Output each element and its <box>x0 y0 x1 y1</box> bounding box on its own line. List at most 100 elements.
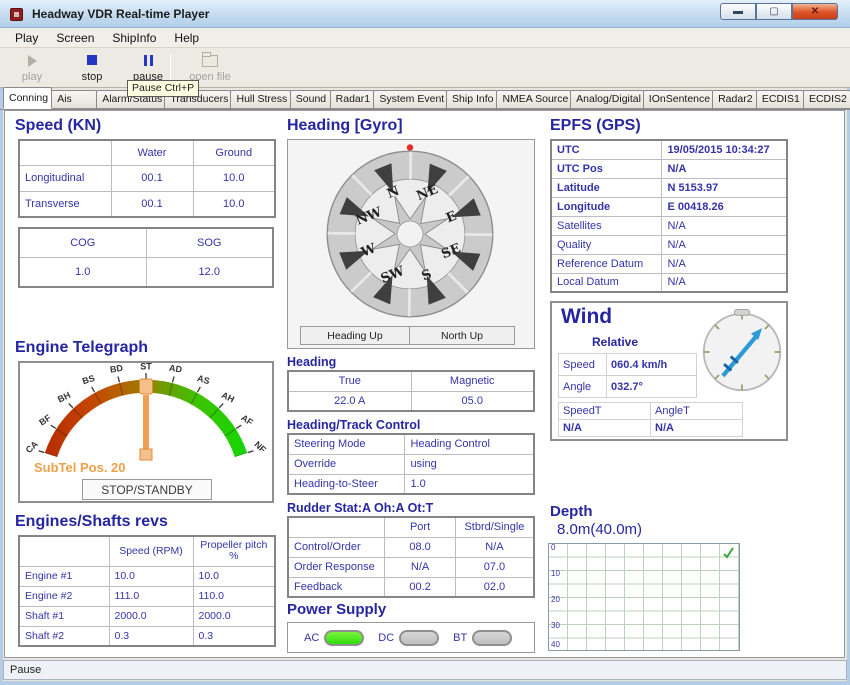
cog-value: 1.0 <box>19 257 146 287</box>
tab-hull-stress[interactable]: Hull Stress <box>230 90 290 109</box>
table-row: Longitude E 00418.26 <box>551 197 787 216</box>
telegraph-gauge: CA BF BH BS BD ST AD AS AH AF NF <box>20 363 272 463</box>
power-dc: DC <box>378 630 439 646</box>
power-panel: AC DC BT <box>287 622 535 653</box>
tab-analog-digital[interactable]: Analog/Digital <box>570 90 644 109</box>
status-bar: Pause <box>3 660 847 680</box>
wind-subtitle: Relative <box>592 335 638 349</box>
table-row: Feedback 00.2 02.0 <box>288 577 534 597</box>
svg-text:NF: NF <box>252 439 268 455</box>
wind-dial <box>699 309 785 395</box>
svg-text:AD: AD <box>168 363 183 375</box>
table-row: Speed (RPM) Propeller pitch % <box>19 536 275 566</box>
table-row: Latitude N 5153.97 <box>551 178 787 197</box>
depth-value: 8.0m(40.0m) <box>557 521 642 538</box>
heading-up-button[interactable]: Heading Up <box>300 326 410 345</box>
open-file-icon <box>202 55 218 67</box>
table-row: Satellites N/A <box>551 216 787 235</box>
wind-angle-value: 032.7° <box>607 376 697 398</box>
north-up-button[interactable]: North Up <box>409 326 515 345</box>
wind-panel: Wind Relative Speed 060.4 km/h Angle 032… <box>550 301 788 441</box>
play-button[interactable]: play <box>6 52 58 84</box>
table-row: Water Ground <box>19 140 275 165</box>
telegraph-title: Engine Telegraph <box>15 339 148 357</box>
minimize-icon: ▬ <box>733 6 743 17</box>
sog-header: SOG <box>146 228 273 257</box>
table-row: UTC 19/05/2015 10:34:27 <box>551 140 787 159</box>
maximize-button[interactable]: ▢ <box>756 3 792 20</box>
speed-title: Speed (KN) <box>15 117 101 135</box>
subtel-position: SubTel Pos. 20 <box>34 460 126 475</box>
table-row: SpeedT AngleT <box>559 403 743 420</box>
speed-header-water: Water <box>111 140 193 165</box>
table-row: Steering Mode Heading Control <box>288 434 534 454</box>
tab-system-event[interactable]: System Event <box>373 90 447 109</box>
tab-conning[interactable]: Conning <box>3 87 52 109</box>
stop-icon <box>87 55 97 65</box>
tab-ais[interactable]: Ais <box>51 90 97 109</box>
heading-table: True Magnetic 22.0 A 05.0 <box>287 370 535 412</box>
wind-relative-table: Speed 060.4 km/h Angle 032.7° <box>558 353 697 398</box>
table-row: Reference Datum N/A <box>551 254 787 273</box>
engines-table: Speed (RPM) Propeller pitch % Engine #1 … <box>18 535 276 647</box>
dc-indicator <box>399 630 439 646</box>
table-row: Shaft #2 0.3 0.3 <box>19 626 275 646</box>
heading-table-title: Heading <box>287 355 336 369</box>
table-row: Engine #1 10.0 10.0 <box>19 566 275 586</box>
compass-rose: N NE E SE S SW W NW <box>317 141 503 327</box>
tab-radar1[interactable]: Radar1 <box>330 90 375 109</box>
power-ac: AC <box>304 630 364 646</box>
play-icon <box>28 55 37 67</box>
close-button[interactable]: ✕ <box>792 3 838 20</box>
depth-title: Depth <box>550 503 593 520</box>
menu-screen[interactable]: Screen <box>47 29 103 47</box>
menu-bar: Play Screen ShipInfo Help <box>0 28 850 48</box>
svg-text:BD: BD <box>109 363 124 375</box>
epfs-title: EPFS (GPS) <box>550 117 641 135</box>
tab-ship-info[interactable]: Ship Info <box>446 90 497 109</box>
depth-trace-mark <box>723 547 735 559</box>
table-row: Engine #2 111.0 110.0 <box>19 586 275 606</box>
stop-label: stop <box>82 71 103 83</box>
table-row: Angle 032.7° <box>559 376 697 398</box>
tab-nmea-source[interactable]: NMEA Source <box>496 90 571 109</box>
gyro-title: Heading [Gyro] <box>287 117 403 135</box>
play-label: play <box>22 71 42 83</box>
bt-indicator <box>472 630 512 646</box>
svg-text:ST: ST <box>140 363 152 372</box>
tab-radar2[interactable]: Radar2 <box>712 90 757 109</box>
menu-play[interactable]: Play <box>6 29 47 47</box>
svg-text:BS: BS <box>81 373 96 386</box>
wind-speed-value: 060.4 km/h <box>607 354 697 376</box>
tab-sound[interactable]: Sound <box>290 90 331 109</box>
rudder-title: Rudder Stat:A Oh:A Ot:T <box>287 501 433 515</box>
stop-button[interactable]: stop <box>66 52 118 84</box>
window-title: Headway VDR Real-time Player <box>32 7 209 21</box>
tab-ecdis1[interactable]: ECDIS1 <box>756 90 804 109</box>
epfs-table: UTC 19/05/2015 10:34:27 UTC Pos N/A Lati… <box>550 139 788 293</box>
power-bt: BT <box>453 630 512 646</box>
svg-text:AH: AH <box>220 390 236 405</box>
window-border-bottom <box>0 681 850 685</box>
table-row: True Magnetic <box>288 371 534 391</box>
telegraph-needle <box>140 379 153 460</box>
minimize-button[interactable]: ▬ <box>720 3 756 20</box>
track-control-table: Steering Mode Heading Control Override u… <box>287 433 535 495</box>
tab-ecdis2[interactable]: ECDIS2 <box>803 90 850 109</box>
speed-table: Water Ground Longitudinal 00.1 10.0 Tran… <box>18 139 276 218</box>
app-window: Headway VDR Real-time Player ▬ ▢ ✕ Play … <box>0 0 850 685</box>
table-row: Override using <box>288 454 534 474</box>
engines-title: Engines/Shafts revs <box>15 513 168 531</box>
menu-shipinfo[interactable]: ShipInfo <box>103 29 165 47</box>
table-row: N/A N/A <box>559 420 743 437</box>
title-bar: Headway VDR Real-time Player ▬ ▢ ✕ <box>0 0 850 28</box>
table-row: Speed 060.4 km/h <box>559 354 697 376</box>
depth-graph: 0 10 20 30 40 <box>548 543 740 651</box>
stop-standby-button[interactable]: STOP/STANDBY <box>82 479 212 500</box>
table-row: 1.0 12.0 <box>19 257 273 287</box>
table-row: Quality N/A <box>551 235 787 254</box>
menu-help[interactable]: Help <box>165 29 208 47</box>
wind-title: Wind <box>561 305 612 329</box>
tab-ionsentence[interactable]: IOnSentence <box>643 90 713 109</box>
track-control-title: Heading/Track Control <box>287 418 420 432</box>
